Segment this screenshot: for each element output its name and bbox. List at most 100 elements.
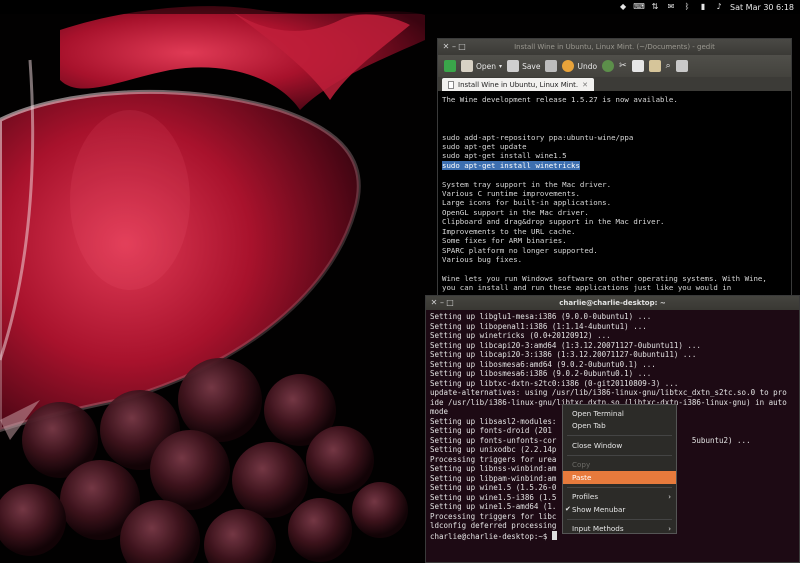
bluetooth-icon[interactable]: ᛒ — [682, 2, 692, 12]
editor-line: Wine lets you run Windows software on ot… — [442, 273, 767, 283]
menu-item-copy: Copy — [563, 459, 676, 472]
terminal-line: Setting up libtxc-dxtn-s2tc0:i386 (0-git… — [430, 378, 679, 388]
editor-line: sudo add-apt-repository ppa:ubuntu-wine/… — [442, 132, 634, 142]
terminal-line: Setting up libosmesa6:amd64 (9.0.2-0ubun… — [430, 359, 656, 369]
menu-item-profiles[interactable]: Profiles › — [563, 491, 676, 504]
undo-button[interactable]: Undo — [562, 60, 597, 72]
save-icon — [507, 60, 520, 72]
terminal-line: update-alternatives: using /usr/lib/i386… — [430, 388, 787, 397]
copy-icon — [631, 60, 644, 72]
menu-item-close-window[interactable]: Close Window — [563, 439, 676, 452]
menu-separator — [567, 454, 672, 456]
editor-line: you can install and run these applicatio… — [442, 283, 732, 293]
new-document-icon — [444, 60, 456, 72]
chevron-right-icon: › — [668, 492, 671, 501]
gedit-titlebar[interactable]: ✕ – □ Install Wine in Ubuntu, Linux Mint… — [438, 39, 791, 55]
volume-icon[interactable]: ♪ — [714, 2, 724, 12]
gedit-window-title: Install Wine in Ubuntu, Linux Mint. (~/D… — [514, 43, 715, 51]
menu-separator — [567, 435, 672, 436]
menu-item-paste[interactable]: Paste — [563, 471, 676, 484]
chevron-down-icon[interactable]: ▾ — [499, 63, 502, 70]
new-document-button[interactable] — [444, 60, 456, 72]
terminal-titlebar[interactable]: ✕ – □ charlie@charlie-desktop: ~ — [426, 296, 799, 310]
terminal-line: Setting up libcapi20-3:i386 (1:3.12.2007… — [430, 350, 697, 359]
clock[interactable]: Sat Mar 30 6:18 — [730, 3, 794, 12]
menu-item-label: Open Tab — [572, 421, 606, 431]
gedit-window: ✕ – □ Install Wine in Ubuntu, Linux Mint… — [437, 38, 792, 300]
undo-icon — [562, 60, 575, 72]
redo-button[interactable] — [602, 60, 615, 72]
print-icon — [545, 60, 558, 72]
terminal-line: Setting up libopenal1:i386 (1:1.14-4ubun… — [430, 321, 647, 331]
copy-button[interactable] — [631, 60, 644, 72]
print-button[interactable] — [545, 60, 558, 72]
editor-line: System tray support in the Mac driver. — [442, 179, 612, 189]
context-menu: Open Terminal Open Tab Close Window Copy Pas… — [562, 404, 677, 534]
terminal-line: Setting up libcapi20-3:amd64 (1:3.12.200… — [430, 340, 701, 350]
gedit-text-area[interactable]: The Wine development release 1.5.27 is n… — [438, 91, 791, 301]
editor-line: Improvements to the URL cache. — [442, 226, 576, 236]
scissors-icon: ✂ — [619, 61, 627, 71]
menu-item-show-menubar[interactable]: ✔ Show Menubar — [563, 503, 676, 516]
top-panel: ◆ ⌨ ⇅ ✉ ᛒ ▮ ♪ Sat Mar 30 6:18 — [0, 0, 800, 14]
find-button[interactable]: ⌕ — [666, 61, 671, 71]
editor-line: Various bug fixes. — [442, 254, 523, 264]
save-label: Save — [522, 61, 541, 71]
menu-item-open-terminal[interactable]: Open Terminal — [563, 407, 676, 420]
menu-item-label: Paste — [572, 472, 592, 482]
cut-button[interactable]: ✂ — [619, 61, 627, 71]
editor-line: sudo apt-get install wine1.5 — [442, 151, 567, 161]
text-cursor — [551, 530, 557, 540]
close-tab-icon[interactable]: ✕ — [582, 81, 588, 89]
tab-document[interactable]: Install Wine in Ubuntu, Linux Mint. ✕ — [442, 78, 595, 91]
open-button[interactable]: Open ▾ — [461, 60, 502, 72]
editor-line: Various C runtime improvements. — [442, 189, 580, 199]
menu-item-label: Close Window — [572, 440, 623, 450]
document-icon — [448, 80, 454, 89]
editor-line: Clipboard and drag&drop support in the M… — [442, 217, 665, 227]
gedit-toolbar: Open ▾ Save Undo ✂ ⌕ — [438, 55, 791, 77]
save-button[interactable]: Save — [507, 60, 540, 72]
desktop-screen: ◆ ⌨ ⇅ ✉ ᛒ ▮ ♪ Sat Mar 30 6:18 ✕ – □ Inst… — [0, 0, 800, 563]
menu-item-input-methods[interactable]: Input Methods › — [563, 523, 676, 536]
terminal-line: Setting up libosmesa6:i386 (9.0.2-0ubunt… — [430, 369, 652, 378]
chevron-right-icon: › — [668, 524, 671, 533]
network-icon[interactable]: ⇅ — [650, 2, 660, 12]
menu-item-label: Profiles — [572, 492, 599, 502]
menu-separator — [567, 518, 672, 520]
menu-item-open-tab[interactable]: Open Tab — [563, 420, 676, 433]
find-replace-icon — [675, 60, 688, 72]
terminal-line: Setting up libglu1-mesa:i386 (9.0.0-0ubu… — [430, 312, 652, 321]
battery-icon[interactable]: ▮ — [698, 2, 708, 12]
folder-open-icon — [461, 60, 473, 72]
menu-item-label: Copy — [572, 460, 591, 470]
undo-label: Undo — [577, 61, 598, 71]
editor-line: Some fixes for ARM binaries. — [442, 236, 567, 246]
editor-line: sudo apt-get install winetricks — [442, 160, 580, 170]
menu-separator — [567, 486, 672, 488]
menu-item-label: Open Terminal — [572, 408, 624, 418]
keyboard-icon[interactable]: ⌨ — [633, 2, 645, 12]
search-icon: ⌕ — [665, 61, 671, 71]
gedit-tab-bar: Install Wine in Ubuntu, Linux Mint. ✕ — [438, 77, 791, 91]
terminal-line: Setting up winetricks (0.0+20120912) ... — [430, 331, 611, 340]
replace-button[interactable] — [675, 60, 688, 72]
redo-icon — [602, 60, 615, 72]
editor-line: SPARC platform no longer supported. — [442, 245, 598, 255]
mail-icon[interactable]: ✉ — [666, 2, 676, 12]
paste-button[interactable] — [648, 60, 661, 72]
menu-item-label: Input Methods — [572, 524, 624, 534]
editor-line: sudo apt-get update — [442, 142, 527, 152]
editor-line: OpenGL support in the Mac driver. — [442, 207, 589, 217]
checkmark-icon: ✔ — [565, 505, 571, 514]
paste-icon — [648, 60, 661, 72]
tab-label: Install Wine in Ubuntu, Linux Mint. — [458, 80, 579, 89]
dropbox-icon[interactable]: ◆ — [618, 2, 628, 12]
open-label: Open — [476, 61, 497, 71]
menu-item-label: Show Menubar — [572, 504, 626, 514]
